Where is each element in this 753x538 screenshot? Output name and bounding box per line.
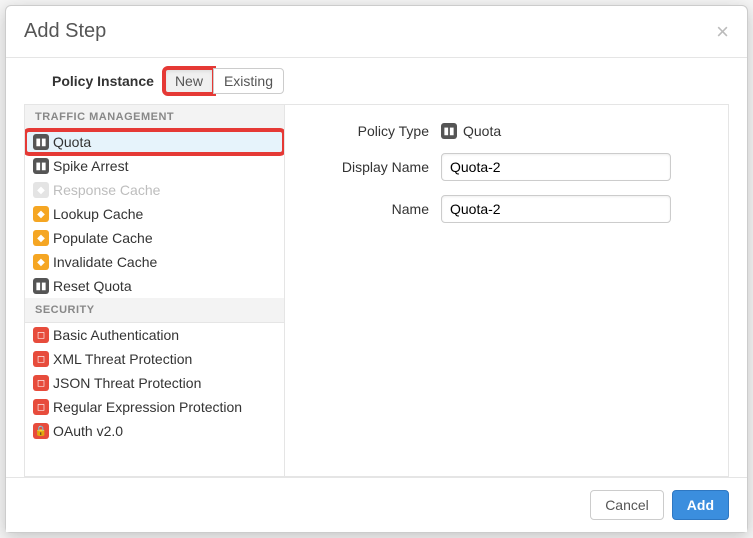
policy-type-label: Policy Type: [309, 123, 429, 139]
display-name-label: Display Name: [309, 159, 429, 175]
policy-type-value-wrap: ▮▮ Quota: [441, 123, 501, 139]
sec-icon: ◻: [33, 327, 49, 343]
policy-item-oauth-v2-0[interactable]: 🔒OAuth v2.0: [25, 419, 284, 443]
policy-item-basic-authentication[interactable]: ◻Basic Authentication: [25, 323, 284, 347]
category-header: SECURITY: [25, 298, 284, 323]
policy-item-label: Lookup Cache: [53, 206, 143, 222]
oauth-icon: 🔒: [33, 423, 49, 439]
policy-item-label: Reset Quota: [53, 278, 132, 294]
category-header: TRAFFIC MANAGEMENT: [25, 105, 284, 130]
policy-item-xml-threat-protection[interactable]: ◻XML Threat Protection: [25, 347, 284, 371]
add-step-modal: Add Step × Policy Instance New Existing …: [5, 5, 748, 533]
policy-item-json-threat-protection[interactable]: ◻JSON Threat Protection: [25, 371, 284, 395]
instance-new-button[interactable]: New: [164, 68, 214, 94]
policy-item-label: Populate Cache: [53, 230, 153, 246]
name-label: Name: [309, 201, 429, 217]
cache-icon: ◆: [33, 206, 49, 222]
spike-icon: ▮▮: [33, 158, 49, 174]
policy-item-label: Basic Authentication: [53, 327, 179, 343]
policy-instance-row: Policy Instance New Existing: [6, 58, 747, 100]
policy-item-label: Quota: [53, 134, 91, 150]
cancel-button[interactable]: Cancel: [590, 490, 664, 520]
cache-icon: ◆: [33, 230, 49, 246]
close-icon[interactable]: ×: [716, 21, 729, 43]
instance-toggle: New Existing: [164, 68, 284, 94]
quota-icon: ▮▮: [441, 123, 457, 139]
reset-icon: ▮▮: [33, 278, 49, 294]
policy-item-quota[interactable]: ▮▮Quota: [25, 130, 284, 154]
sec-icon: ◻: [33, 399, 49, 415]
policy-item-regular-expression-protection[interactable]: ◻Regular Expression Protection: [25, 395, 284, 419]
policy-item-invalidate-cache[interactable]: ◆Invalidate Cache: [25, 250, 284, 274]
policy-item-response-cache: ◆Response Cache: [25, 178, 284, 202]
sec-icon: ◻: [33, 351, 49, 367]
policy-list[interactable]: TRAFFIC MANAGEMENT▮▮Quota▮▮Spike Arrest◆…: [25, 105, 285, 476]
policy-item-populate-cache[interactable]: ◆Populate Cache: [25, 226, 284, 250]
policy-item-spike-arrest[interactable]: ▮▮Spike Arrest: [25, 154, 284, 178]
policy-item-label: Spike Arrest: [53, 158, 128, 174]
cache-icon: ◆: [33, 254, 49, 270]
policy-item-label: JSON Threat Protection: [53, 375, 201, 391]
policy-item-lookup-cache[interactable]: ◆Lookup Cache: [25, 202, 284, 226]
display-name-row: Display Name: [309, 153, 704, 181]
name-row: Name: [309, 195, 704, 223]
add-button[interactable]: Add: [672, 490, 729, 520]
modal-title: Add Step: [24, 20, 106, 43]
modal-footer: Cancel Add: [6, 477, 747, 532]
policy-item-label: Response Cache: [53, 182, 160, 198]
policy-item-label: XML Threat Protection: [53, 351, 192, 367]
policy-item-reset-quota[interactable]: ▮▮Reset Quota: [25, 274, 284, 298]
policy-item-label: Invalidate Cache: [53, 254, 157, 270]
policy-type-value: Quota: [463, 123, 501, 139]
instance-existing-button[interactable]: Existing: [213, 68, 284, 94]
display-name-input[interactable]: [441, 153, 671, 181]
policy-item-label: Regular Expression Protection: [53, 399, 242, 415]
policy-type-row: Policy Type ▮▮ Quota: [309, 123, 704, 139]
cache-dis-icon: ◆: [33, 182, 49, 198]
policy-form: Policy Type ▮▮ Quota Display Name Name: [285, 105, 728, 476]
sec-icon: ◻: [33, 375, 49, 391]
policy-item-label: OAuth v2.0: [53, 423, 123, 439]
modal-body: TRAFFIC MANAGEMENT▮▮Quota▮▮Spike Arrest◆…: [24, 104, 729, 477]
modal-header: Add Step ×: [6, 6, 747, 58]
name-input[interactable]: [441, 195, 671, 223]
quota-icon: ▮▮: [33, 134, 49, 150]
policy-instance-label: Policy Instance: [52, 73, 154, 89]
